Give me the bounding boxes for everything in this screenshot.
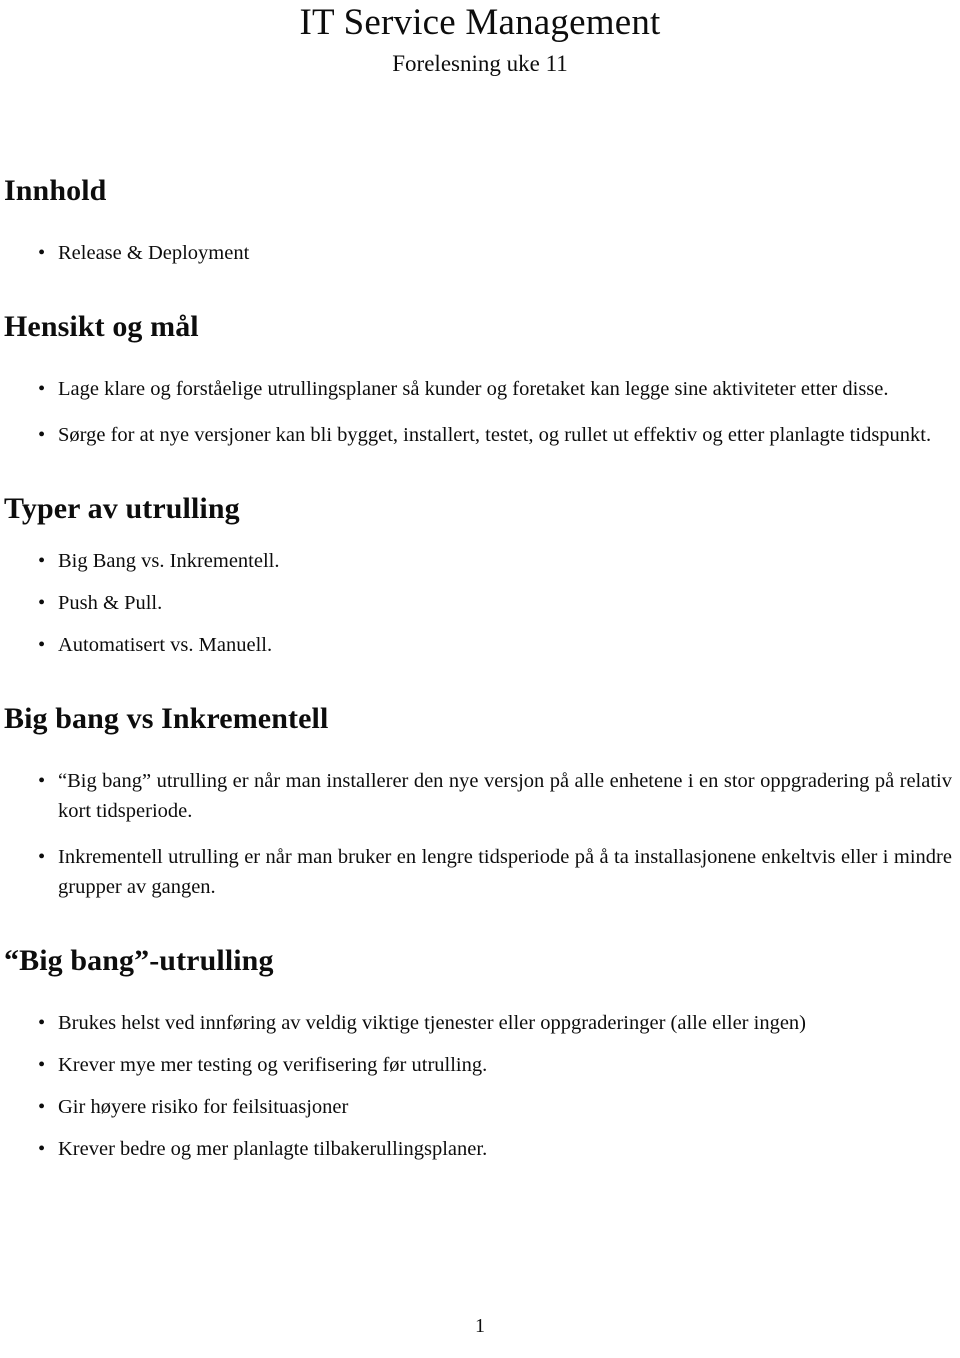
section-big-bang-vs-inkrementell: Big bang vs Inkrementell • “Big bang” ut…	[0, 702, 960, 902]
section-heading: Hensikt og mål	[4, 310, 199, 343]
section-innhold: Innhold • Release & Deployment	[0, 174, 960, 268]
bullet-icon: •	[38, 550, 46, 572]
section-heading: Innhold	[4, 174, 107, 207]
bullet-list: • “Big bang” utrulling er når man instal…	[4, 766, 954, 902]
list-item: • Push & Pull.	[4, 588, 954, 618]
bullet-icon: •	[38, 1012, 46, 1034]
list-item: • Krever mye mer testing og verifisering…	[4, 1050, 954, 1080]
list-item-text: Gir høyere risiko for feilsituasjoner	[58, 1096, 349, 1118]
list-item-text: Push & Pull.	[58, 592, 163, 614]
bullet-icon: •	[38, 592, 46, 614]
list-item: • “Big bang” utrulling er når man instal…	[4, 766, 954, 826]
bullet-icon: •	[38, 242, 46, 264]
bullet-icon: •	[38, 770, 46, 792]
list-item: • Lage klare og forståelige utrullingspl…	[4, 374, 954, 404]
section-hensikt-og-maal: Hensikt og mål • Lage klare og forståeli…	[0, 310, 960, 450]
list-item-text: Big Bang vs. Inkrementell.	[58, 550, 280, 572]
bullet-list: • Lage klare og forståelige utrullingspl…	[4, 374, 954, 450]
bullet-icon: •	[38, 424, 46, 446]
list-item-text: Inkrementell utrulling er når man bruker…	[58, 846, 952, 898]
list-item: • Brukes helst ved innføring av veldig v…	[4, 1008, 954, 1038]
list-item-text: “Big bang” utrulling er når man installe…	[58, 770, 952, 822]
bullet-icon: •	[38, 378, 46, 400]
list-item: • Inkrementell utrulling er når man bruk…	[4, 842, 954, 902]
page-subtitle: Forelesning uke 11	[392, 51, 568, 76]
bullet-list: • Big Bang vs. Inkrementell. • Push & Pu…	[4, 546, 954, 660]
section-typer-av-utrulling: Typer av utrulling • Big Bang vs. Inkrem…	[0, 492, 960, 660]
section-heading: “Big bang”-utrulling	[4, 944, 274, 977]
list-item-text: Lage klare og forståelige utrullingsplan…	[58, 378, 889, 400]
document-page: IT Service Management Forelesning uke 11…	[0, 0, 960, 1358]
bullet-list: • Release & Deployment	[4, 238, 954, 268]
bullet-list: • Brukes helst ved innføring av veldig v…	[4, 1008, 954, 1164]
page-number: 1	[475, 1315, 485, 1337]
title-block: IT Service Management Forelesning uke 11	[0, 0, 960, 78]
list-item: • Release & Deployment	[4, 238, 954, 268]
list-item: • Automatisert vs. Manuell.	[4, 630, 954, 660]
bullet-icon: •	[38, 1096, 46, 1118]
section-heading: Big bang vs Inkrementell	[4, 702, 329, 735]
bullet-icon: •	[38, 846, 46, 868]
list-item-text: Automatisert vs. Manuell.	[58, 634, 273, 656]
section-big-bang-utrulling: “Big bang”-utrulling • Brukes helst ved …	[0, 944, 960, 1164]
page-title: IT Service Management	[299, 2, 661, 43]
list-item-text: Brukes helst ved innføring av veldig vik…	[58, 1012, 806, 1034]
list-item: • Gir høyere risiko for feilsituasjoner	[4, 1092, 954, 1122]
list-item-text: Krever mye mer testing og verifisering f…	[58, 1054, 488, 1076]
list-item: • Big Bang vs. Inkrementell.	[4, 546, 954, 576]
list-item-text: Release & Deployment	[58, 242, 250, 264]
list-item-text: Krever bedre og mer planlagte tilbakerul…	[58, 1138, 488, 1160]
list-item-text: Sørge for at nye versjoner kan bli bygge…	[58, 424, 932, 446]
list-item: • Krever bedre og mer planlagte tilbaker…	[4, 1134, 954, 1164]
bullet-icon: •	[38, 1138, 46, 1160]
bullet-icon: •	[38, 634, 46, 656]
list-item: • Sørge for at nye versjoner kan bli byg…	[4, 420, 954, 450]
section-heading: Typer av utrulling	[4, 492, 240, 525]
bullet-icon: •	[38, 1054, 46, 1076]
